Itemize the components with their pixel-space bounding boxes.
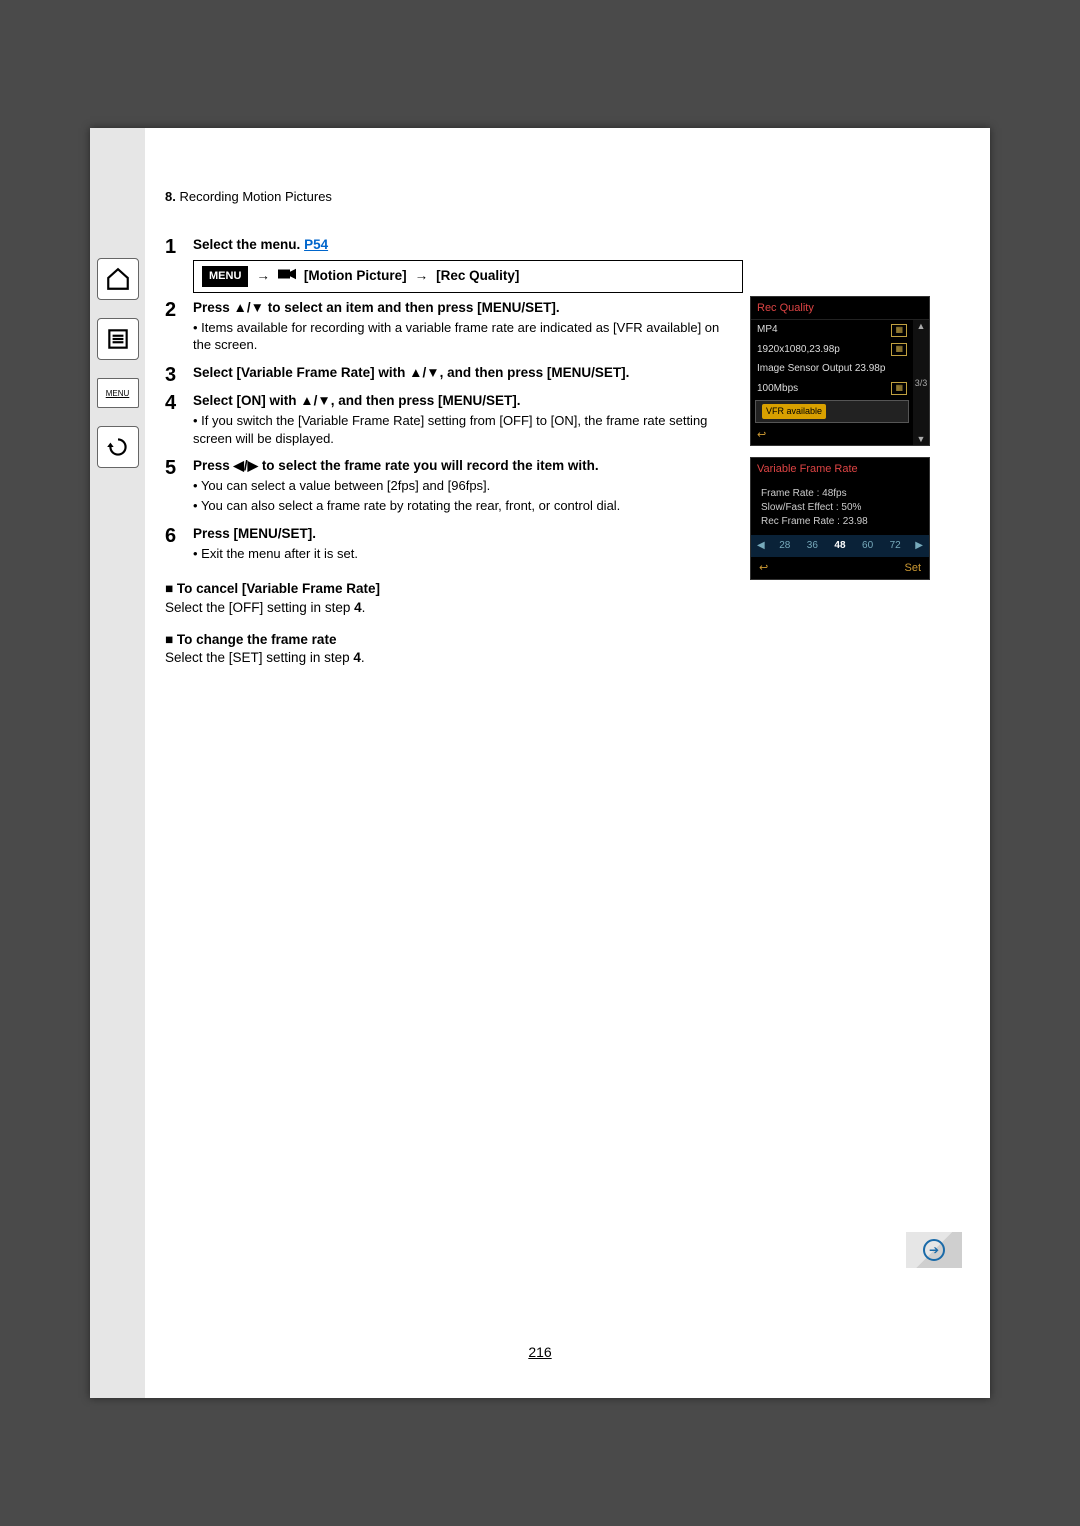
change-step: 4 xyxy=(353,650,361,665)
step-num: 3 xyxy=(165,364,193,386)
scale-val: 72 xyxy=(888,539,903,553)
change-heading: To change the frame rate xyxy=(165,631,930,649)
scale-val: 28 xyxy=(777,539,792,553)
frame-rate-scale: ◀ 28 36 48 60 72 ▶ xyxy=(751,535,929,557)
vfr-highlight: VFR available xyxy=(762,404,826,418)
change-text: Select the [SET] setting in step xyxy=(165,650,353,665)
step-3: 3 Select [Variable Frame Rate] with ▲/▼,… xyxy=(165,364,738,386)
ss2-body: Frame Rate : 48fps Slow/Fast Effect : 50… xyxy=(751,481,929,535)
change-section: To change the frame rate Select the [SET… xyxy=(165,631,930,667)
content: 8. Recording Motion Pictures Rec Quality… xyxy=(165,188,930,667)
menu-icon[interactable]: MENU xyxy=(97,378,139,408)
bullet: Exit the menu after it is set. xyxy=(193,545,738,563)
bullet: If you switch the [Variable Frame Rate] … xyxy=(193,412,738,447)
vfr-screenshot: Variable Frame Rate Frame Rate : 48fps S… xyxy=(750,457,930,580)
menu-path: MENU → [Motion Picture] → [Rec Quality] xyxy=(193,260,743,293)
menu-path-2: [Rec Quality] xyxy=(436,267,519,285)
bullet: Items available for recording with a var… xyxy=(193,319,738,354)
ss2-l2: Slow/Fast Effect : 50% xyxy=(761,501,919,515)
scale-val-selected: 48 xyxy=(832,539,847,553)
back-glyph-icon: ↩ xyxy=(759,561,768,576)
section-num: 8. xyxy=(165,189,176,204)
up-down-icon: ▲/▼ xyxy=(234,299,264,317)
menu-label: MENU xyxy=(106,389,130,398)
next-page-corner[interactable]: ➔ xyxy=(906,1232,962,1268)
ss1-title: Rec Quality xyxy=(751,297,929,321)
step-4: 4 Select [ON] with ▲/▼, and then press [… xyxy=(165,392,738,451)
step-5: 5 Press ◀/▶ to select the frame rate you… xyxy=(165,457,738,518)
up-arrow-icon: ▲ xyxy=(917,320,926,332)
up-down-icon: ▲/▼ xyxy=(409,364,439,382)
scale-val: 36 xyxy=(805,539,820,553)
sidebar: MENU xyxy=(90,128,145,1398)
step-num: 6 xyxy=(165,525,193,547)
t: Press xyxy=(193,300,234,315)
cancel-step: 4 xyxy=(354,600,362,615)
down-arrow-icon: ▼ xyxy=(917,433,926,445)
arrow-icon: → xyxy=(415,267,429,285)
t: Press xyxy=(193,458,234,473)
back-glyph-icon: ↩ xyxy=(757,429,766,441)
rec-quality-screenshot: Rec Quality MP4 ▦ 1920x1080,23.98p ▦ Image… xyxy=(750,296,930,447)
ss1-page: 3/3 xyxy=(915,377,928,389)
t: Select [ON] with xyxy=(193,393,300,408)
back-icon[interactable] xyxy=(97,426,139,468)
t: Select [Variable Frame Rate] with xyxy=(193,365,409,380)
ss1-r4: 100Mbps xyxy=(757,382,798,396)
step-title: Press [MENU/SET]. xyxy=(193,526,316,541)
breadcrumb: 8. Recording Motion Pictures xyxy=(165,188,930,206)
bullet: You can also select a frame rate by rota… xyxy=(193,497,738,515)
step-num: 5 xyxy=(165,457,193,479)
t: to select an item and then press [MENU/S… xyxy=(264,300,560,315)
step-num: 1 xyxy=(165,236,193,258)
home-icon[interactable] xyxy=(97,258,139,300)
badge-icon: ▦ xyxy=(891,382,907,395)
set-label: Set xyxy=(904,561,921,576)
page-number: 216 xyxy=(90,1344,990,1360)
badge-icon: ▦ xyxy=(891,343,907,356)
ss1-r3: Image Sensor Output 23.98p xyxy=(757,362,885,376)
ss1-r2: 1920x1080,23.98p xyxy=(757,343,840,357)
badge-icon: ▦ xyxy=(891,324,907,337)
t: , and then press [MENU/SET]. xyxy=(440,365,630,380)
manual-page: MENU 8. Recording Motion Pictures Rec Qu… xyxy=(90,128,990,1398)
ss2-l1: Frame Rate : 48fps xyxy=(761,487,919,501)
up-down-icon: ▲/▼ xyxy=(300,392,330,410)
toc-icon[interactable] xyxy=(97,318,139,360)
camera-icon xyxy=(278,267,296,285)
dot: . xyxy=(361,650,365,665)
step-title: Select the menu. xyxy=(193,237,300,252)
nav-right-icon: ▶ xyxy=(915,539,923,553)
menu-path-1: [Motion Picture] xyxy=(304,267,407,285)
cancel-text: Select the [OFF] setting in step xyxy=(165,600,354,615)
step-2: 2 Press ▲/▼ to select an item and then p… xyxy=(165,299,738,358)
step-6: 6 Press [MENU/SET]. Exit the menu after … xyxy=(165,525,738,567)
scale-val: 60 xyxy=(860,539,875,553)
page-number-value: 216 xyxy=(528,1344,551,1360)
dot: . xyxy=(362,600,366,615)
cancel-heading: To cancel [Variable Frame Rate] xyxy=(165,580,930,598)
ss2-title: Variable Frame Rate xyxy=(751,458,929,481)
menu-chip-icon: MENU xyxy=(202,266,248,287)
ss1-pager: ▲ 3/3 ▼ xyxy=(913,320,929,445)
ss1-r1: MP4 xyxy=(757,323,778,337)
arrow-icon: → xyxy=(256,267,270,285)
step-num: 4 xyxy=(165,392,193,414)
left-right-icon: ◀/▶ xyxy=(234,457,259,475)
nav-left-icon: ◀ xyxy=(757,539,765,553)
bullet: You can select a value between [2fps] an… xyxy=(193,477,738,495)
ss2-l3: Rec Frame Rate : 23.98 xyxy=(761,515,919,529)
page-link[interactable]: P54 xyxy=(304,237,328,252)
step-num: 2 xyxy=(165,299,193,321)
section-title: Recording Motion Pictures xyxy=(179,189,331,204)
t: , and then press [MENU/SET]. xyxy=(331,393,521,408)
step-1: 1 Select the menu. P54 MENU → [Motion Pi… xyxy=(165,236,738,293)
cancel-section: To cancel [Variable Frame Rate] Select t… xyxy=(165,580,930,616)
next-arrow-icon: ➔ xyxy=(923,1239,945,1261)
t: to select the frame rate you will record… xyxy=(258,458,599,473)
